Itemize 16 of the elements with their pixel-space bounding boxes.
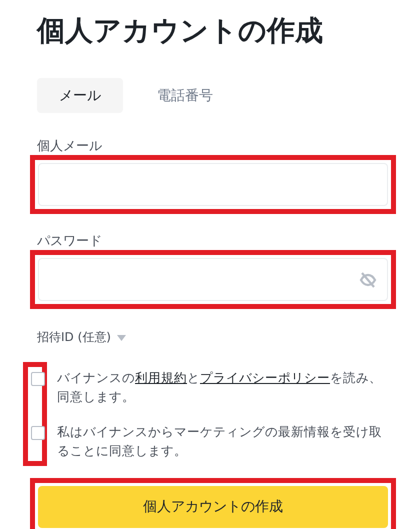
consent-text: バイナンスの利用規約 と プライバシーポリシー を読み、同意します。 — [57, 369, 383, 406]
checkbox[interactable] — [31, 372, 45, 386]
field-label: 個人メール — [37, 139, 103, 155]
policy-link[interactable]: 利用規約 — [135, 370, 187, 385]
tab[interactable]: メール — [37, 78, 123, 113]
create-account-button[interactable]: 個人アカウントの作成 — [38, 486, 388, 528]
tab[interactable]: 電話番号 — [135, 78, 235, 113]
password-field[interactable] — [38, 258, 388, 301]
hidden-eye-icon[interactable] — [359, 272, 377, 288]
policy-link[interactable]: プライバシーポリシー — [200, 370, 330, 385]
page-title: 個人アカウントの作成 — [37, 13, 324, 49]
field-label: パスワード — [37, 234, 103, 250]
referral-toggle[interactable]: 招待ID (任意) — [37, 329, 111, 346]
consent-text: 私はバイナンスからマーケティングの最新情報を受け取ることに同意します。 — [57, 423, 383, 460]
dropdown-caret-icon[interactable] — [116, 334, 126, 340]
checkbox[interactable] — [31, 426, 45, 440]
